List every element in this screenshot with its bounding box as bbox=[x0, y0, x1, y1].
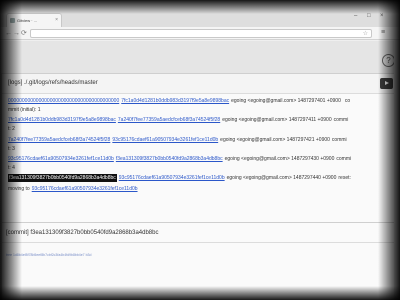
commit-tree-line: tree 1d8b4ef8f78b5eef8b7cbf2c3fa4b4fd9b8… bbox=[6, 253, 92, 257]
reset-label: moving to bbox=[8, 186, 30, 192]
reset-target-hash-link[interactable]: 93c95176cdaef61a90507934e3261fef1ce11d0b bbox=[32, 186, 138, 192]
old-hash-link[interactable]: 7fc1a0d4d1281b0ddb983d3197f9e5a8e9898bac bbox=[8, 117, 116, 123]
entry-message: commi bbox=[331, 137, 347, 143]
reflog-entry: 7a240f7fee77359a5aedcfceb68f3a74524f5f28… bbox=[8, 137, 347, 143]
browser-toolbar: ← → ⟳ ☆ ≡ bbox=[0, 27, 400, 40]
reflog-entry: 0000000000000000000000000000000000000000… bbox=[8, 98, 350, 104]
reflog-card: [logs] ./.git/logs/refs/heads/master 000… bbox=[1, 73, 397, 247]
entry-meta: egoing <egoing@gmail.com> 1487297440 +09… bbox=[226, 175, 337, 181]
play-icon[interactable] bbox=[380, 78, 393, 89]
page-viewport: ? [logs] ./.git/logs/refs/heads/master 0… bbox=[0, 41, 400, 300]
entry-message: co bbox=[344, 98, 351, 104]
reflog-entry-message: mmit (initial): 1 bbox=[8, 107, 41, 113]
reflog-title: [logs] ./.git/logs/refs/heads/master bbox=[2, 74, 396, 94]
reflog-entry: 93c95176cdaef61a90507934e3261fef1ce11d0b… bbox=[8, 156, 351, 162]
old-hash-selected[interactable]: f3ea131309f3827b0bb0540fd9a2868b3a4db8bc bbox=[8, 174, 117, 182]
old-hash-link[interactable]: 93c95176cdaef61a90507934e3261fef1ce11d0b bbox=[8, 156, 114, 162]
new-hash-link[interactable]: 93c95176cdaef61a90507934e3261fef1ce11d0b bbox=[119, 175, 225, 181]
back-icon[interactable]: ← bbox=[5, 29, 12, 38]
new-hash-link[interactable]: f3ea131309f3827b0bb0540fd9a2868b3a4db8bc bbox=[116, 156, 223, 162]
reflog-entry-message: t: 2 bbox=[8, 126, 15, 132]
reload-icon[interactable]: ⟳ bbox=[21, 29, 27, 38]
maximize-icon[interactable]: □ bbox=[367, 13, 371, 19]
new-hash-link[interactable]: 7fc1a0d4d1281b0ddb983d3197f9e5a8e9898bac bbox=[121, 98, 229, 104]
tab-close-icon[interactable]: × bbox=[55, 17, 58, 23]
tab-strip: Gitview · ... × – □ × bbox=[0, 0, 400, 27]
new-hash-link[interactable]: 93c95176cdaef61a90507934e3261fef1ce11d0b bbox=[112, 137, 218, 143]
reflog-entry-message: t: 4 bbox=[8, 165, 15, 171]
reflog-entry-message: t: 3 bbox=[8, 146, 15, 152]
forward-icon[interactable]: → bbox=[13, 29, 20, 38]
old-hash-link[interactable]: 7a240f7fee77359a5aedcfceb68f3a74524f5f28 bbox=[8, 137, 110, 143]
page-scrollbar[interactable] bbox=[394, 41, 400, 300]
entry-message: reset: bbox=[338, 175, 351, 181]
entry-meta: egoing <egoing@gmail.com> 1487297401 +09… bbox=[231, 98, 341, 104]
address-bar[interactable]: ☆ bbox=[30, 29, 372, 38]
commit-title: [commit] f3ea131309f3827b0bb0540fd9a2868… bbox=[2, 223, 396, 243]
favicon-icon bbox=[10, 18, 15, 23]
reflog-entry: f3ea131309f3827b0bb0540fd9a2868b3a4db8bc… bbox=[8, 174, 351, 182]
entry-meta: egoing <egoing@gmail.com> 1487297430 +09… bbox=[224, 156, 335, 162]
browser-window: Gitview · ... × – □ × ← → ⟳ ☆ ≡ ? [logs]… bbox=[0, 0, 400, 300]
commit-card: [commit] f3ea131309f3827b0bb0540fd9a2868… bbox=[1, 222, 397, 300]
old-hash-link[interactable]: 0000000000000000000000000000000000000000 bbox=[8, 98, 119, 104]
close-window-icon[interactable]: × bbox=[380, 13, 384, 19]
bookmark-star-icon[interactable]: ☆ bbox=[363, 30, 368, 37]
minimize-icon[interactable]: – bbox=[354, 13, 357, 19]
entry-meta: egoing <egoing@gmail.com> 1487297421 +09… bbox=[220, 137, 330, 143]
new-hash-link[interactable]: 7a240f7fee77359a5aedcfceb68f3a74524f5f28 bbox=[118, 117, 220, 123]
browser-tab[interactable]: Gitview · ... × bbox=[6, 13, 62, 27]
reflog-entry: 7fc1a0d4d1281b0ddb983d3197f9e5a8e9898bac… bbox=[8, 117, 348, 123]
tab-title: Gitview · ... bbox=[17, 18, 38, 23]
entry-message: commi bbox=[333, 117, 349, 123]
browser-menu-icon[interactable]: ≡ bbox=[381, 29, 385, 36]
entry-message: commi bbox=[336, 156, 352, 162]
reflog-entry-message: moving to 93c95176cdaef61a90507934e3261fe… bbox=[8, 186, 138, 192]
entry-meta: egoing <egoing@gmail.com> 1487297411 +09… bbox=[222, 117, 332, 123]
